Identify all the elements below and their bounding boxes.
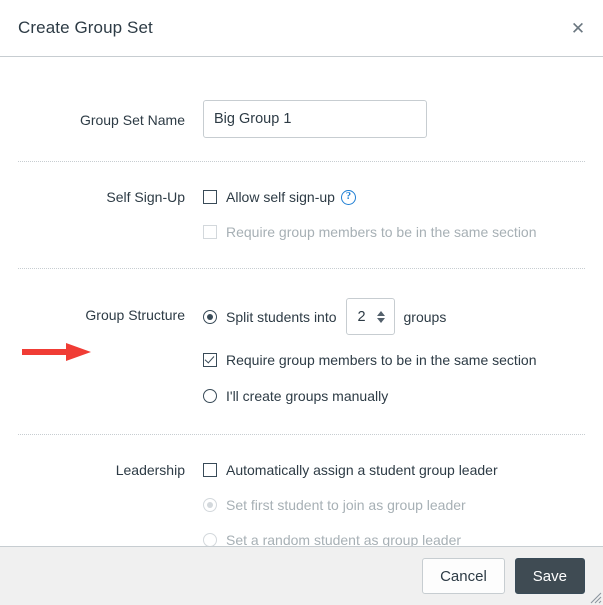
groups-suffix-label: groups: [403, 308, 447, 325]
first-student-leader-option: Set first student to join as group leade…: [203, 496, 585, 514]
group-structure-label: Group Structure: [85, 307, 185, 323]
groups-count-stepper[interactable]: 2: [345, 298, 395, 335]
create-group-set-dialog: Create Group Set ✕ Group Set Name Self S…: [0, 0, 603, 605]
self-sign-up-row: Self Sign-Up Allow self sign-up ? Requir…: [0, 162, 603, 241]
groups-count-spinner: [373, 299, 394, 334]
dialog-footer: Cancel Save: [0, 546, 603, 605]
auto-assign-leader-checkbox[interactable]: [203, 463, 217, 477]
leadership-label: Leadership: [115, 462, 185, 478]
group-structure-control: Split students into 2 groups Require gro…: [203, 298, 585, 405]
structure-same-section-option: Require group members to be in the same …: [203, 351, 585, 369]
leadership-control: Automatically assign a student group lea…: [203, 461, 585, 546]
create-manually-label: I'll create groups manually: [226, 388, 389, 404]
dialog-body: Group Set Name Self Sign-Up Allow self s…: [0, 57, 603, 546]
close-icon[interactable]: ✕: [565, 15, 591, 41]
auto-assign-leader-label: Automatically assign a student group lea…: [226, 462, 498, 478]
groups-count-value: 2: [357, 308, 366, 325]
self-sign-up-label: Self Sign-Up: [106, 189, 185, 205]
create-manually-option: I'll create groups manually: [203, 387, 585, 405]
allow-self-sign-up-checkbox[interactable]: [203, 190, 217, 204]
random-student-leader-label: Set a random student as group leader: [226, 532, 462, 546]
split-students-label: Split students into: [226, 308, 337, 325]
save-button[interactable]: Save: [514, 558, 585, 594]
first-student-leader-radio: [203, 498, 217, 512]
structure-same-section-checkbox[interactable]: [203, 353, 217, 367]
resize-grip-icon[interactable]: [588, 590, 602, 604]
allow-self-sign-up-option: Allow self sign-up ?: [203, 188, 585, 206]
leadership-row: Leadership Automatically assign a studen…: [0, 435, 603, 546]
first-student-leader-label: Set first student to join as group leade…: [226, 497, 466, 513]
help-icon[interactable]: ?: [340, 189, 356, 205]
cancel-button[interactable]: Cancel: [422, 558, 505, 594]
create-manually-radio[interactable]: [203, 389, 217, 403]
self-sign-up-control: Allow self sign-up ? Require group membe…: [203, 188, 585, 241]
page-title: Create Group Set: [18, 18, 153, 37]
group-structure-row: Group Structure Split students into 2 gr…: [0, 269, 603, 405]
structure-same-section-label: Require group members to be in the same …: [226, 352, 537, 368]
self-sign-up-same-section-checkbox: [203, 225, 217, 239]
random-student-leader-radio: [203, 533, 217, 546]
dialog-header: Create Group Set ✕: [0, 0, 603, 57]
auto-assign-leader-option: Automatically assign a student group lea…: [203, 461, 585, 479]
split-students-radio[interactable]: [203, 309, 217, 324]
spinner-down-icon[interactable]: [377, 317, 386, 323]
self-sign-up-same-section-option: Require group members to be in the same …: [203, 223, 585, 241]
split-students-option: Split students into 2 groups: [203, 298, 585, 335]
self-sign-up-same-section-label: Require group members to be in the same …: [226, 224, 537, 240]
group-set-name-input[interactable]: [203, 100, 427, 138]
group-set-name-control: [203, 100, 585, 138]
group-set-name-label: Group Set Name: [79, 112, 185, 128]
group-set-name-row: Group Set Name: [0, 57, 603, 138]
allow-self-sign-up-label: Allow self sign-up: [226, 189, 335, 205]
spinner-up-icon[interactable]: [377, 310, 386, 316]
random-student-leader-option: Set a random student as group leader: [203, 531, 585, 546]
